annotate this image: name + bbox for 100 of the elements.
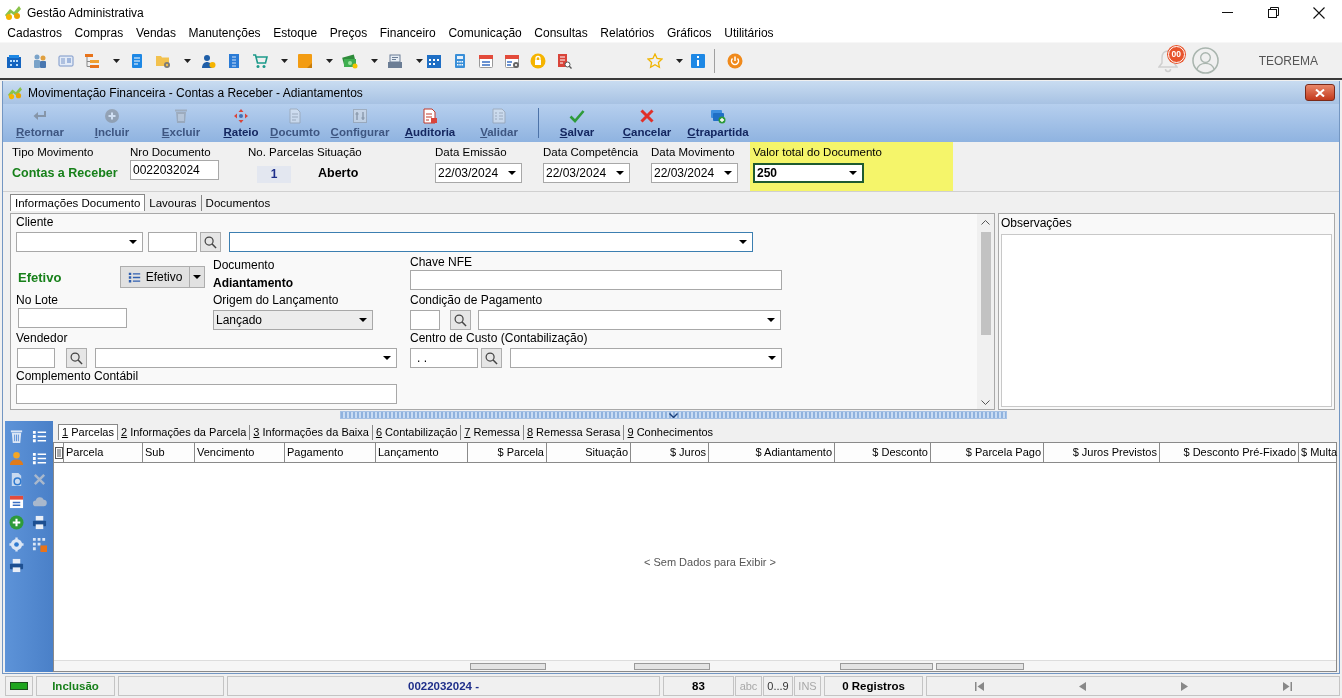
caret-icon[interactable]	[676, 58, 683, 63]
trash-icon[interactable]	[9, 429, 24, 445]
toolbar-button[interactable]: Ctrapartida	[680, 104, 756, 142]
menu-item[interactable]: Financeiro	[373, 25, 443, 42]
document-icon[interactable]	[9, 472, 24, 488]
dropdown-field[interactable]	[478, 310, 781, 330]
tab[interactable]: 6 Contabilização	[371, 425, 461, 440]
dropdown-field[interactable]	[95, 348, 397, 368]
text-field[interactable]	[410, 310, 440, 330]
info-icon[interactable]	[690, 52, 706, 69]
tab[interactable]: Documentos	[200, 195, 275, 211]
column-header[interactable]: $ Adiantamento	[709, 443, 835, 462]
dropdown-field[interactable]	[510, 348, 782, 368]
tab[interactable]: 7 Remessa	[460, 425, 523, 440]
list-icon[interactable]	[32, 429, 47, 445]
power-icon[interactable]	[727, 52, 743, 69]
dropdown-field[interactable]: 22/03/2024	[651, 163, 738, 183]
tab[interactable]: Lavouras	[145, 195, 201, 211]
dropdown-field[interactable]	[229, 232, 753, 252]
first-record-icon[interactable]	[974, 681, 984, 691]
tab[interactable]: 2 Informações da Parcela	[118, 425, 250, 440]
document-icon[interactable]	[129, 52, 145, 69]
text-field[interactable]	[17, 348, 55, 368]
cash-register-icon[interactable]	[387, 52, 403, 69]
tab[interactable]: 9 Conhecimentos	[623, 425, 717, 440]
cart-icon[interactable]	[252, 52, 268, 69]
tab[interactable]: 8 Remessa Serasa	[522, 425, 624, 440]
calendar-gear-icon[interactable]	[504, 52, 520, 69]
column-header[interactable]: $ Parcela Pago	[931, 443, 1044, 462]
scrollbar-thumb[interactable]	[936, 662, 1024, 670]
user-icon[interactable]	[200, 52, 216, 69]
column-header[interactable]: Sub	[143, 443, 195, 462]
lock-icon[interactable]	[530, 52, 546, 69]
printer-icon[interactable]	[9, 558, 24, 574]
money-icon[interactable]	[342, 52, 358, 69]
menu-item[interactable]: Relatórios	[594, 25, 661, 42]
column-chooser-icon[interactable]	[54, 446, 63, 459]
menu-item[interactable]: Estoque	[266, 25, 324, 42]
splitter-handle[interactable]	[340, 411, 1007, 419]
vertical-scrollbar[interactable]	[977, 214, 994, 409]
hierarchy-icon[interactable]	[84, 52, 100, 69]
calendar-icon[interactable]	[426, 52, 442, 69]
calculator-icon[interactable]	[452, 52, 468, 69]
building-icon[interactable]	[6, 52, 22, 69]
menu-item[interactable]: Preços	[323, 25, 374, 42]
dropdown-field[interactable]	[16, 232, 143, 252]
menu-item[interactable]: Compras	[68, 25, 130, 42]
gear-icon[interactable]	[9, 536, 24, 552]
tab[interactable]: 3 Informações da Baixa	[249, 425, 372, 440]
add-icon[interactable]	[9, 515, 24, 531]
status-button[interactable]: Efetivo	[120, 266, 190, 288]
text-field[interactable]: 0022032024	[130, 160, 219, 180]
search-button[interactable]	[481, 348, 502, 368]
restore-icon[interactable]	[1267, 7, 1279, 18]
search-button[interactable]	[66, 348, 87, 368]
column-header[interactable]: Pagamento	[285, 443, 376, 462]
minimize-icon[interactable]	[1221, 12, 1233, 13]
text-field[interactable]	[16, 384, 397, 404]
close-button[interactable]	[1305, 84, 1335, 101]
printer-icon[interactable]	[32, 515, 47, 531]
column-header[interactable]: Parcela	[64, 443, 143, 462]
caret-icon[interactable]	[184, 58, 191, 63]
tab[interactable]: 1 Parcelas	[58, 424, 118, 440]
dropdown-field[interactable]: 250	[753, 163, 864, 183]
document-icon[interactable]	[226, 52, 242, 69]
people-icon[interactable]	[32, 52, 48, 69]
scrollbar-thumb[interactable]	[840, 662, 933, 670]
scrollbar-thumb[interactable]	[980, 232, 991, 335]
column-header[interactable]: $ Juros Previstos	[1044, 443, 1160, 462]
dropdown-field[interactable]: 22/03/2024	[435, 163, 522, 183]
caret-icon[interactable]	[371, 58, 378, 63]
caret-icon[interactable]	[326, 58, 333, 63]
tab[interactable]: Informações Documento	[10, 194, 146, 211]
text-field[interactable]	[18, 308, 127, 328]
last-record-icon[interactable]	[1282, 681, 1292, 691]
previous-record-icon[interactable]	[1078, 681, 1086, 691]
menu-item[interactable]: Gráficos	[660, 25, 718, 42]
dropdown-button[interactable]	[190, 266, 205, 288]
toolbar-button[interactable]: Cancelar	[614, 104, 680, 142]
column-header[interactable]: $ Desconto	[835, 443, 931, 462]
menu-item[interactable]: Utilitários	[717, 25, 780, 42]
dropdown-field[interactable]: 22/03/2024	[543, 163, 630, 183]
column-header[interactable]: $ Juros	[631, 443, 709, 462]
menu-item[interactable]: Cadastros	[1, 25, 69, 42]
column-header[interactable]: Situação	[547, 443, 631, 462]
menu-item[interactable]: Consultas	[528, 25, 594, 42]
text-field[interactable]: . .	[410, 348, 478, 368]
caret-icon[interactable]	[416, 58, 423, 63]
next-record-icon[interactable]	[1180, 681, 1188, 691]
id-card-icon[interactable]	[58, 52, 74, 69]
menu-item[interactable]: Comunicação	[442, 25, 529, 42]
column-header[interactable]: $ Desconto Pré-Fixado	[1160, 443, 1299, 462]
calendar-icon[interactable]	[9, 493, 24, 509]
note-icon[interactable]	[297, 52, 313, 69]
caret-icon[interactable]	[281, 58, 288, 63]
scrollbar-thumb[interactable]	[470, 662, 546, 670]
scrollbar-thumb[interactable]	[634, 662, 710, 670]
caret-icon[interactable]	[113, 58, 120, 63]
search-button[interactable]	[200, 232, 221, 252]
star-icon[interactable]	[647, 52, 663, 69]
